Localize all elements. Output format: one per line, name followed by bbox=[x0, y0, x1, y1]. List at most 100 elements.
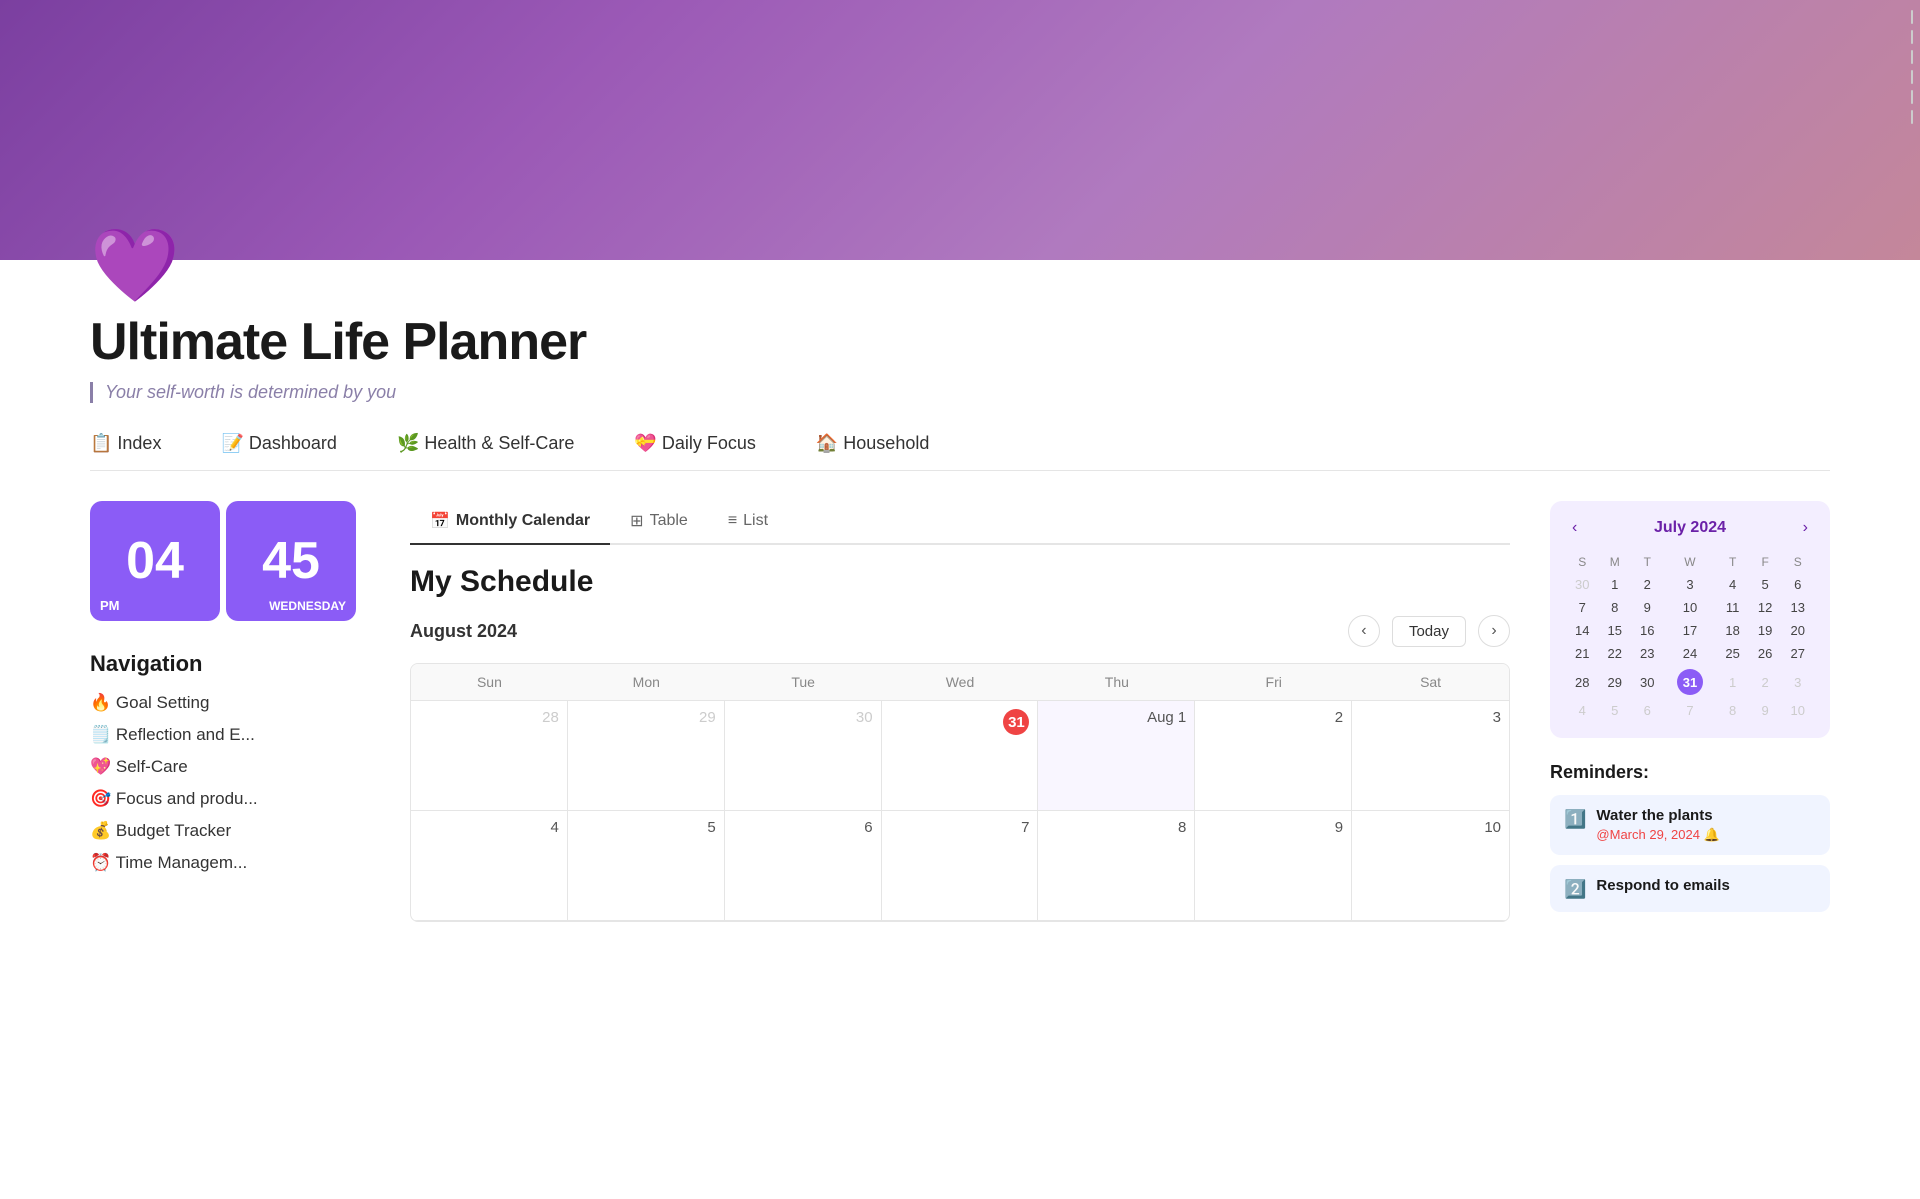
table-row[interactable]: 3 bbox=[1352, 701, 1509, 811]
scroll-indicator bbox=[1911, 70, 1913, 84]
list-item[interactable]: 4 bbox=[1566, 699, 1599, 722]
list-item[interactable]: 18 bbox=[1716, 619, 1749, 642]
sidebar-item-focus[interactable]: 🎯 Focus and produ... bbox=[90, 789, 370, 809]
list-item[interactable]: 30 bbox=[1566, 573, 1599, 596]
list-item[interactable]: 24 bbox=[1664, 642, 1717, 665]
clock-hour: 04 PM bbox=[90, 501, 220, 621]
table-tab-label: Table bbox=[650, 512, 688, 530]
scrollbar[interactable] bbox=[1904, 0, 1920, 1199]
list-item[interactable]: 21 bbox=[1566, 642, 1599, 665]
nav-health[interactable]: 🌿 Health & Self-Care bbox=[397, 433, 574, 454]
table-row[interactable]: 8 bbox=[1038, 811, 1195, 921]
list-item[interactable]: 30 bbox=[1631, 665, 1664, 699]
weekday-wed: Wed bbox=[882, 664, 1039, 700]
list-item[interactable]: 23 bbox=[1631, 642, 1664, 665]
calendar-tabs: 📅 Monthly Calendar ⊞ Table ≡ List bbox=[410, 501, 1510, 545]
mini-cal-next[interactable]: › bbox=[1797, 517, 1814, 539]
list-item[interactable]: 5 bbox=[1749, 573, 1782, 596]
nav-dashboard[interactable]: 📝 Dashboard bbox=[221, 433, 336, 454]
nav-household[interactable]: 🏠 Household bbox=[816, 433, 929, 454]
table-row[interactable]: 30 bbox=[725, 701, 882, 811]
list-item[interactable]: 28 bbox=[1566, 665, 1599, 699]
table-row[interactable]: 29 bbox=[568, 701, 725, 811]
table-row[interactable]: Aug 1 bbox=[1038, 701, 1195, 811]
sidebar-item-reflection[interactable]: 🗒️ Reflection and E... bbox=[90, 725, 370, 745]
calendar-prev-button[interactable]: ‹ bbox=[1348, 615, 1380, 647]
list-item[interactable]: 2 bbox=[1631, 573, 1664, 596]
reminder-card-respond-emails[interactable]: 2️⃣ Respond to emails bbox=[1550, 865, 1830, 912]
header-banner bbox=[0, 0, 1920, 260]
list-item[interactable]: 10 bbox=[1781, 699, 1814, 722]
mini-weekday-m: M bbox=[1599, 551, 1632, 573]
table-row[interactable]: 31 bbox=[882, 701, 1039, 811]
list-item[interactable]: 19 bbox=[1749, 619, 1782, 642]
list-item[interactable]: 1 bbox=[1716, 665, 1749, 699]
table-row[interactable]: 4 bbox=[411, 811, 568, 921]
list-item[interactable]: 29 bbox=[1599, 665, 1632, 699]
sidebar-item-self-care[interactable]: 💖 Self-Care bbox=[90, 757, 370, 777]
mini-cal-prev[interactable]: ‹ bbox=[1566, 517, 1583, 539]
list-item[interactable]: 15 bbox=[1599, 619, 1632, 642]
reminders-title: Reminders: bbox=[1550, 762, 1830, 783]
sidebar-item-time[interactable]: ⏰ Time Managem... bbox=[90, 853, 370, 873]
table-row[interactable]: 6 bbox=[725, 811, 882, 921]
list-item[interactable]: 17 bbox=[1664, 619, 1717, 642]
reminder-content-2: Respond to emails bbox=[1596, 877, 1729, 894]
nav-daily-focus[interactable]: 💝 Daily Focus bbox=[634, 433, 755, 454]
table-row[interactable]: 5 bbox=[568, 811, 725, 921]
calendar-nav-group: ‹ Today › bbox=[1348, 615, 1510, 647]
list-item[interactable]: 3 bbox=[1781, 665, 1814, 699]
table-row[interactable]: 2 bbox=[1195, 701, 1352, 811]
list-item[interactable]: 7 bbox=[1566, 596, 1599, 619]
table-row[interactable]: 9 bbox=[1195, 811, 1352, 921]
sidebar-item-goal-setting[interactable]: 🔥 Goal Setting bbox=[90, 693, 370, 713]
tab-list[interactable]: ≡ List bbox=[708, 501, 788, 543]
list-item[interactable]: 25 bbox=[1716, 642, 1749, 665]
list-item[interactable]: 14 bbox=[1566, 619, 1599, 642]
weekday-sat: Sat bbox=[1352, 664, 1509, 700]
clock-widget: 04 PM 45 WEDNESDAY bbox=[90, 501, 370, 621]
list-item[interactable]: 8 bbox=[1599, 596, 1632, 619]
mini-cal-today[interactable]: 31 bbox=[1664, 665, 1717, 699]
nav-index[interactable]: 📋 Index bbox=[90, 433, 161, 454]
list-item[interactable]: 12 bbox=[1749, 596, 1782, 619]
list-item[interactable]: 13 bbox=[1781, 596, 1814, 619]
list-item[interactable]: 10 bbox=[1664, 596, 1717, 619]
sidebar-item-budget[interactable]: 💰 Budget Tracker bbox=[90, 821, 370, 841]
reminder-card-water-plants[interactable]: 1️⃣ Water the plants @March 29, 2024 🔔 bbox=[1550, 795, 1830, 855]
list-item[interactable]: 20 bbox=[1781, 619, 1814, 642]
reminder-icon-1: 1️⃣ bbox=[1564, 809, 1586, 830]
list-item[interactable]: 8 bbox=[1716, 699, 1749, 722]
list-item[interactable]: 7 bbox=[1664, 699, 1717, 722]
table-tab-icon: ⊞ bbox=[630, 511, 643, 531]
mini-cal-grid: S M T W T F S 30 1 2 bbox=[1566, 551, 1814, 722]
list-item[interactable]: 3 bbox=[1664, 573, 1717, 596]
reminder-icon-2: 2️⃣ bbox=[1564, 879, 1586, 900]
list-item[interactable]: 4 bbox=[1716, 573, 1749, 596]
list-item[interactable]: 22 bbox=[1599, 642, 1632, 665]
calendar-header: August 2024 ‹ Today › bbox=[410, 615, 1510, 647]
list-item[interactable]: 6 bbox=[1781, 573, 1814, 596]
calendar-weekdays: Sun Mon Tue Wed Thu Fri Sat bbox=[411, 664, 1509, 701]
list-item[interactable]: 16 bbox=[1631, 619, 1664, 642]
list-item[interactable]: 9 bbox=[1631, 596, 1664, 619]
calendar-next-button[interactable]: › bbox=[1478, 615, 1510, 647]
heart-emoji: 💜 bbox=[90, 230, 1830, 302]
today-button[interactable]: Today bbox=[1392, 616, 1466, 647]
list-item[interactable]: 26 bbox=[1749, 642, 1782, 665]
tab-table[interactable]: ⊞ Table bbox=[610, 501, 708, 543]
list-item[interactable]: 27 bbox=[1781, 642, 1814, 665]
list-item[interactable]: 1 bbox=[1599, 573, 1632, 596]
list-item[interactable]: 6 bbox=[1631, 699, 1664, 722]
tab-monthly[interactable]: 📅 Monthly Calendar bbox=[410, 501, 610, 543]
table-row[interactable]: 28 bbox=[411, 701, 568, 811]
table-row[interactable]: 7 bbox=[882, 811, 1039, 921]
weekday-sun: Sun bbox=[411, 664, 568, 700]
calendar-month-label: August 2024 bbox=[410, 621, 517, 642]
list-item[interactable]: 9 bbox=[1749, 699, 1782, 722]
list-item[interactable]: 5 bbox=[1599, 699, 1632, 722]
table-row[interactable]: 10 bbox=[1352, 811, 1509, 921]
list-item[interactable]: 11 bbox=[1716, 596, 1749, 619]
list-item[interactable]: 2 bbox=[1749, 665, 1782, 699]
scroll-indicator bbox=[1911, 10, 1913, 24]
